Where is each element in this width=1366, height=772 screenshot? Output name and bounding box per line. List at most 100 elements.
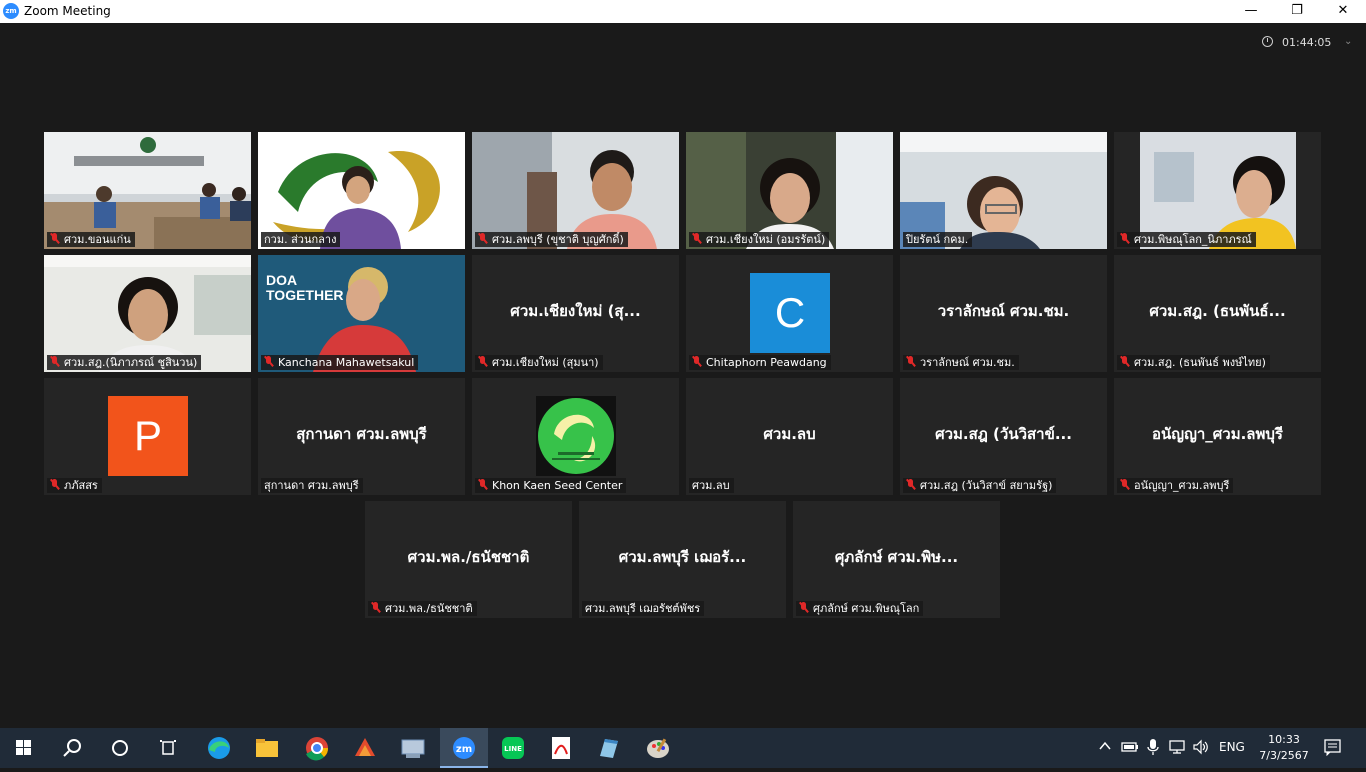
muted-mic-icon [50,479,59,490]
participant-name: ศวม.ลพบุรี (ขุชาติ บุญศักดิ์) [492,233,624,246]
zoom-icon[interactable]: zm [440,728,488,768]
participant-name: Chitaphorn Peawdang [706,356,827,369]
muted-mic-icon [1120,479,1129,490]
participant-tile[interactable]: C Chitaphorn Peawdang [686,255,893,372]
muted-mic-icon [906,356,915,367]
title-bar: zm Zoom Meeting — ❐ ✕ [0,0,1366,23]
language-indicator[interactable]: ENG [1219,740,1245,754]
participant-name: ศวม.พล./ธนัชชาติ [385,602,473,615]
muted-mic-icon [50,233,59,244]
participant-display-name: วราลักษณ์ ศวม.ชม. [937,302,1070,320]
elapsed-time: 01:44:05 [1282,36,1332,49]
avatar: P [108,396,188,476]
participant-tile[interactable]: ศวม.สฎ. (ธนพันธ์... ศวม.สฎ. (ธนพันธ์ พงษ… [1114,255,1321,372]
profile-picture-logo [536,396,616,476]
svg-text:LINE: LINE [504,745,522,753]
participant-tile[interactable]: ศวม.ลพบุรี (ขุชาติ บุญศักดิ์) [472,132,679,249]
participant-name: Khon Kaen Seed Center [492,479,623,492]
participant-tile[interactable]: ศวม.ขอนแก่น [44,132,251,249]
muted-mic-icon [478,479,487,490]
network-icon[interactable] [1168,739,1186,758]
participant-name: กวม. ส่วนกลาง [264,233,337,246]
minimize-button[interactable]: — [1228,0,1274,23]
start-icon[interactable] [0,728,48,768]
volume-icon[interactable] [1192,739,1210,758]
participant-name: ศุภลักษ์ ศวม.พิษณุโลก [813,602,920,615]
participant-name: ปิยรัตน์ กคม. [906,233,969,246]
participant-tile[interactable]: ศวม.ลพบุรี เฌอรั... ศวม.ลพบุรี เฌอรัชต์พ… [579,501,786,618]
participant-name: สุกานดา ศวม.ลพบุรี [264,479,359,492]
participant-name: อนัญญา_ศวม.ลพบุรี [1134,479,1230,492]
participant-tile[interactable]: ศวม.พล./ธนัชชาติ ศวม.พล./ธนัชชาติ [365,501,572,618]
participant-name: ศวม.เชียงใหม่ (สุมนา) [492,356,599,369]
notification-icon[interactable] [1324,738,1342,759]
meeting-timer[interactable]: 01:44:05 [1262,34,1342,52]
participant-tile-active-speaker[interactable]: กวม. ส่วนกลาง [258,132,465,249]
participant-name: วราลักษณ์ ศวม.ชม. [920,356,1015,369]
participant-tile[interactable]: Khon Kaen Seed Center [472,378,679,495]
participant-tile[interactable]: ศวม.สฎ (วันวิสาข์... ศวม.สฎ (วันวิสาข์ ส… [900,378,1107,495]
participant-display-name: ศวม.ลบ [763,425,816,443]
search-icon[interactable] [48,728,96,768]
muted-mic-icon [692,233,701,244]
line-icon[interactable]: LINE [489,728,537,768]
avatar: C [750,273,830,353]
muted-mic-icon [1120,233,1129,244]
participant-name: ศวม.ลบ [692,479,730,492]
participant-display-name: ศวม.สฎ (วันวิสาข์... [935,425,1072,443]
notes-icon[interactable] [585,728,633,768]
participant-name: ศวม.ขอนแก่น [64,233,131,246]
participant-tile[interactable]: ศวม.สฎ.(นิภาภรณ์ ชูสินวน) [44,255,251,372]
file-explorer-icon[interactable] [243,728,291,768]
muted-mic-icon [478,356,487,367]
participant-tile[interactable]: ศวม.เชียงใหม่ (อมรรัตน์) [686,132,893,249]
muted-mic-icon [1120,356,1129,367]
task-view-icon[interactable] [96,728,144,768]
participant-tile[interactable]: วราลักษณ์ ศวม.ชม. วราลักษณ์ ศวม.ชม. [900,255,1107,372]
participant-tile[interactable]: ปิยรัตน์ กคม. [900,132,1107,249]
virtual-background-text: DOA TOGETHER [266,272,344,303]
zoom-logo-icon: zm [3,3,19,19]
acrobat-icon[interactable] [537,728,585,768]
participant-tile[interactable]: DOA TOGETHER Kanchana Mahawetsakul [258,255,465,372]
participant-tile[interactable]: P ภภัสสร [44,378,251,495]
battery-icon[interactable] [1121,740,1139,757]
participant-name: ศวม.สฎ (วันวิสาข์ สยามรัฐ) [920,479,1053,492]
taskbar: zm LINE ENG 10:33 7/3/2567 [0,728,1366,768]
participant-tile[interactable]: อนัญญา_ศวม.ลพบุรี อนัญญา_ศวม.ลพบุรี [1114,378,1321,495]
participant-name: Kanchana Mahawetsakul [278,356,415,369]
network-app-icon[interactable] [389,728,437,768]
muted-mic-icon [692,356,701,367]
clock-time: 10:33 [1268,733,1300,746]
system-clock[interactable]: 10:33 7/3/2567 [1255,732,1313,764]
app-icon[interactable] [341,728,389,768]
participant-display-name: ศวม.สฎ. (ธนพันธ์... [1149,302,1286,320]
chevron-down-icon[interactable]: ⌄ [1344,36,1352,47]
chrome-icon[interactable] [293,728,341,768]
participant-tile[interactable]: ศวม.ลบ ศวม.ลบ [686,378,893,495]
participant-tile[interactable]: ศุภลักษ์ ศวม.พิษ... ศุภลักษ์ ศวม.พิษณุโล… [793,501,1000,618]
participant-display-name: อนัญญา_ศวม.ลพบุรี [1152,425,1283,443]
participant-name: ภภัสสร [64,479,98,492]
participant-display-name: ศุภลักษ์ ศวม.พิษ... [834,548,959,566]
participant-display-name: ศวม.พล./ธนัชชาติ [407,548,530,566]
close-button[interactable]: ✕ [1320,0,1366,23]
participant-name: ศวม.เชียงใหม่ (อมรรัตน์) [706,233,826,246]
paint-icon[interactable] [634,728,682,768]
participant-tile[interactable]: สุกานดา ศวม.ลพบุรี สุกานดา ศวม.ลพบุรี [258,378,465,495]
muted-mic-icon [264,356,273,367]
window-title: Zoom Meeting [24,4,111,18]
participant-tile[interactable]: ศวม.พิษณุโลก_นิภาภรณ์ [1114,132,1321,249]
edge-icon[interactable] [195,728,243,768]
participant-name: ศวม.พิษณุโลก_นิภาภรณ์ [1134,233,1252,246]
microphone-icon[interactable] [1146,738,1160,759]
muted-mic-icon [906,479,915,490]
widgets-icon[interactable] [144,728,192,768]
participant-tile[interactable]: ศวม.เชียงใหม่ (สุ... ศวม.เชียงใหม่ (สุมน… [472,255,679,372]
clock-date: 7/3/2567 [1259,749,1309,762]
chevron-up-icon[interactable] [1098,739,1112,756]
muted-mic-icon [371,602,380,613]
muted-mic-icon [50,356,59,367]
maximize-button[interactable]: ❐ [1274,0,1320,23]
muted-mic-icon [478,233,487,244]
